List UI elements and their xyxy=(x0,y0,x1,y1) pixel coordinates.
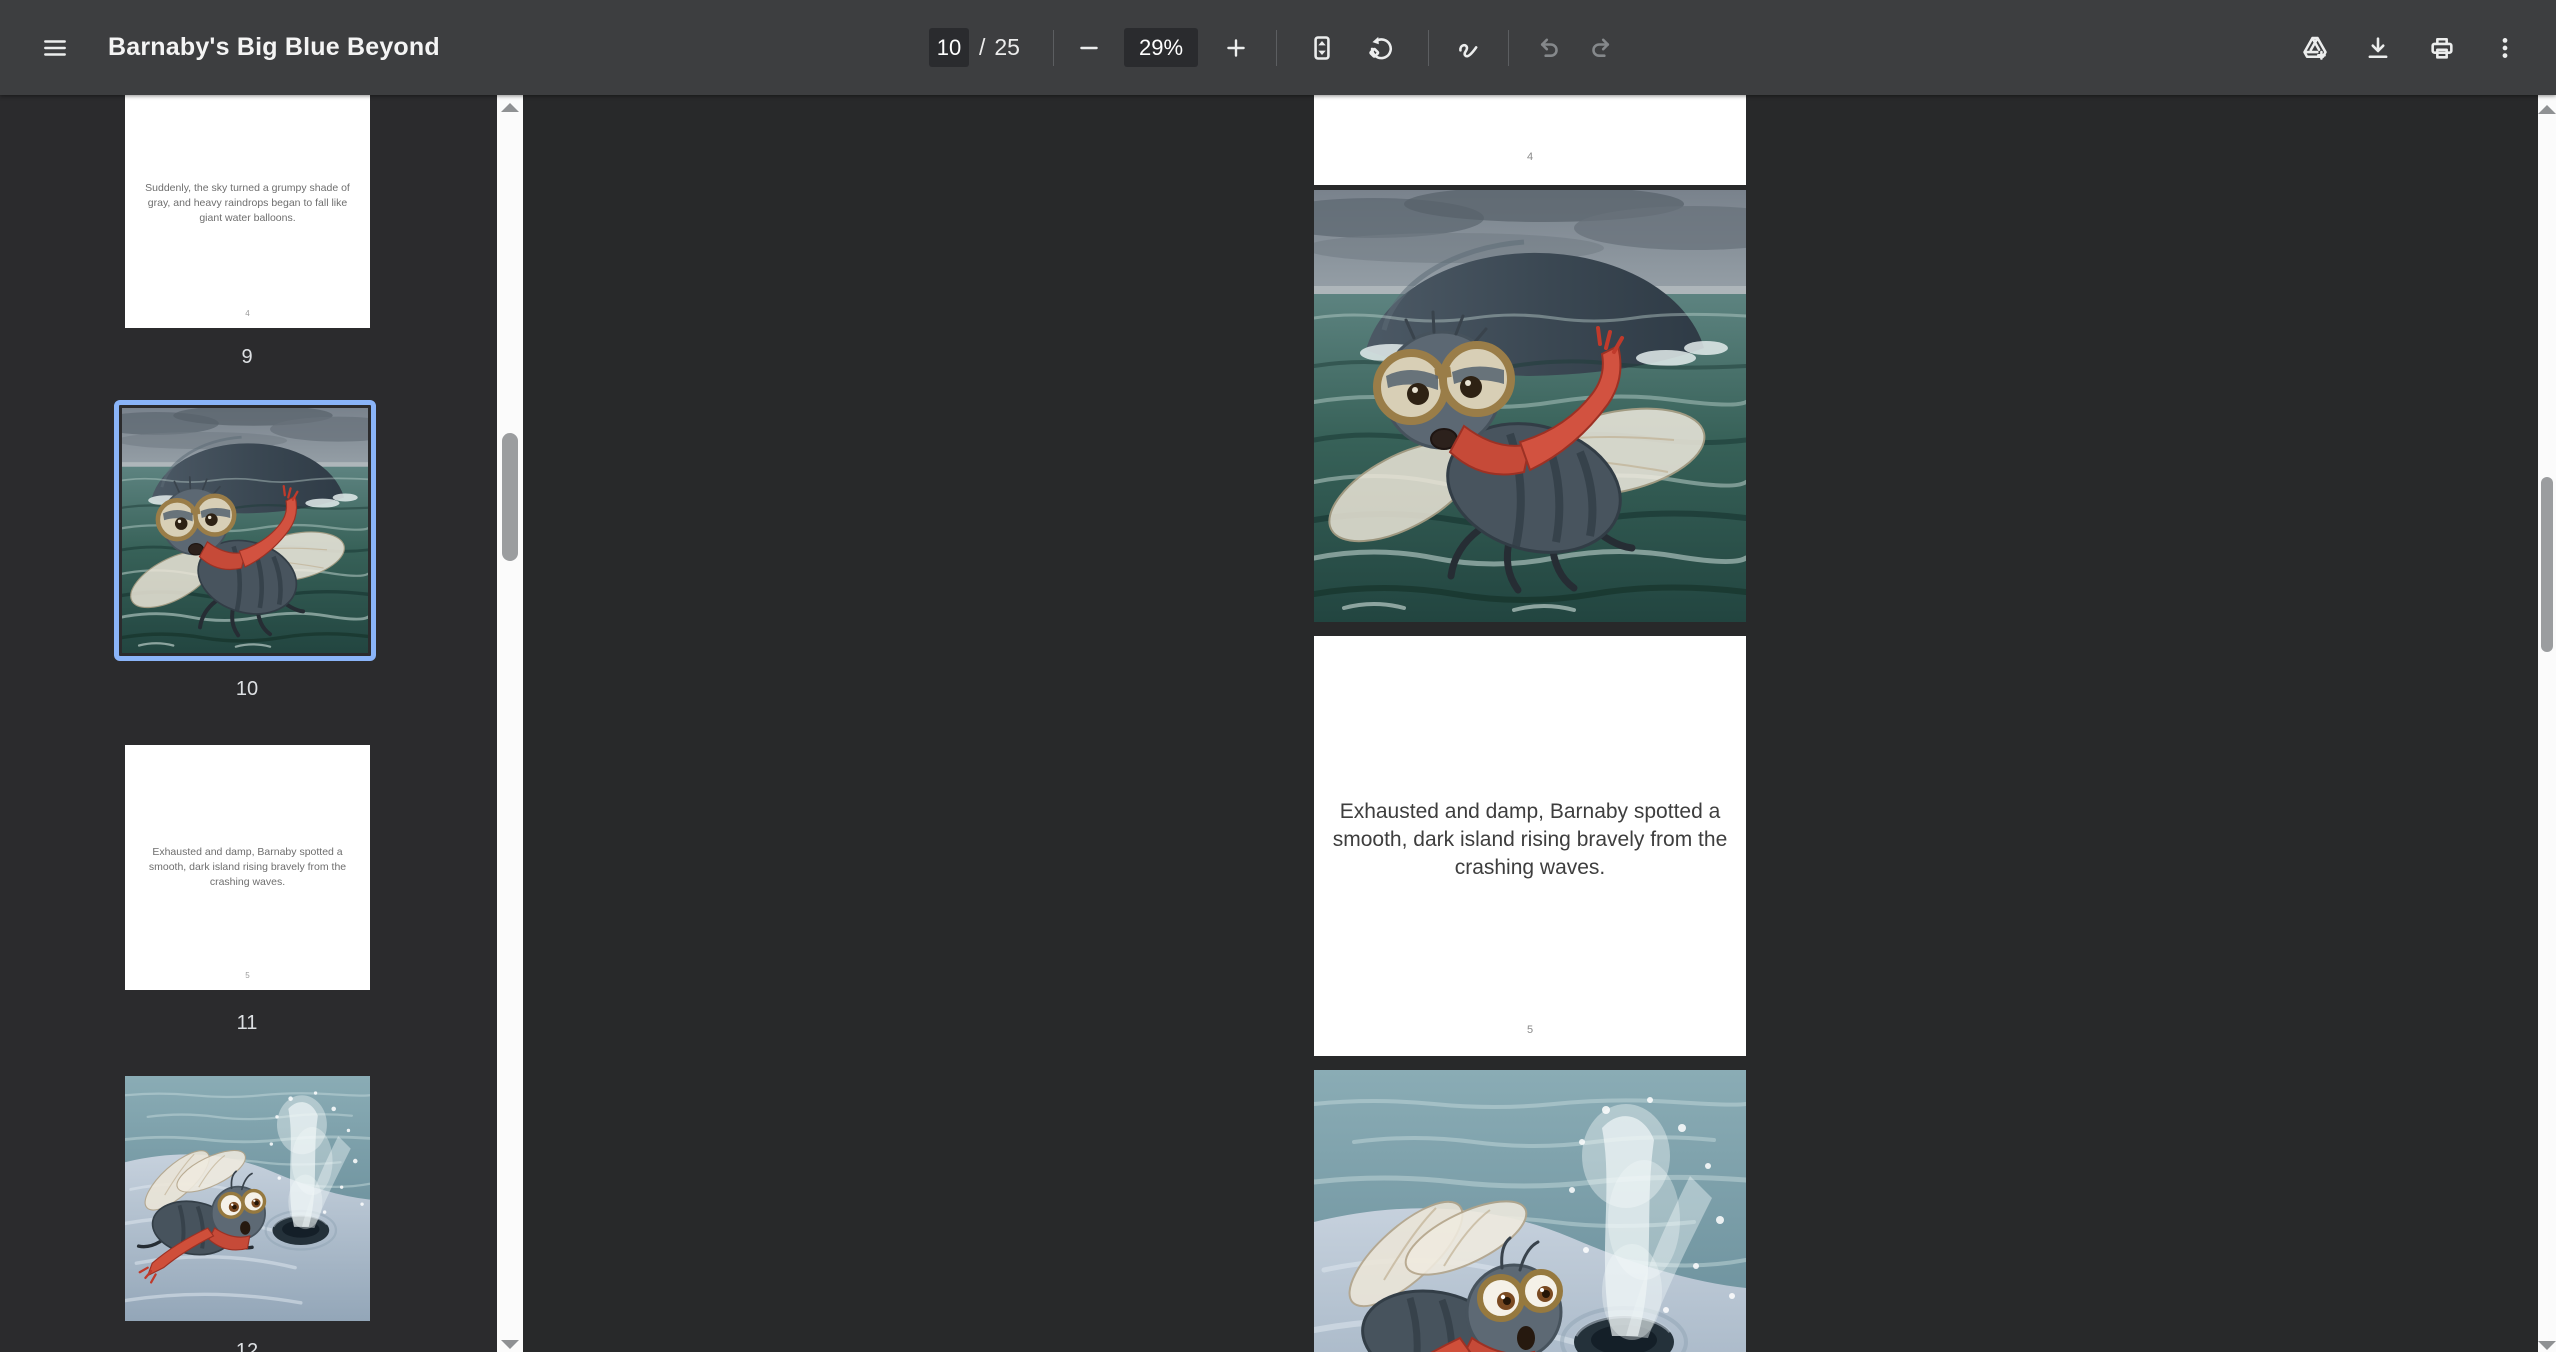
main-scrollbar-thumb[interactable] xyxy=(2541,477,2553,652)
page-11-text: Exhausted and damp, Barnaby spotted a sm… xyxy=(1314,636,1746,1056)
main-scroll-up-arrow[interactable] xyxy=(2538,105,2556,114)
page-10-image xyxy=(1314,190,1746,622)
print-button[interactable] xyxy=(2420,26,2464,70)
toolbar-separator xyxy=(1428,30,1429,66)
story-text: Exhausted and damp, Barnaby spotted a sm… xyxy=(1314,798,1746,882)
thumbnail-label-12: 12 xyxy=(0,1340,494,1352)
thumbnail-page-footer: 5 xyxy=(125,971,370,980)
thumbnail-text: Suddenly, the sky turned a grumpy shade … xyxy=(125,181,370,226)
add-to-drive-button[interactable] xyxy=(2293,26,2337,70)
illustration-blowhole-spout xyxy=(1314,1070,1746,1352)
plus-icon xyxy=(1223,35,1249,61)
hamburger-icon xyxy=(42,35,68,61)
page-number-input[interactable] xyxy=(929,28,969,67)
zoom-in-button[interactable] xyxy=(1214,26,1258,70)
thumbnail-label-11: 11 xyxy=(0,1012,494,1035)
sidebar-scrollbar-thumb[interactable] xyxy=(502,433,518,561)
thumbnail-page-9[interactable]: Suddenly, the sky turned a grumpy shade … xyxy=(125,95,370,328)
download-icon xyxy=(2364,34,2392,62)
thumbnail-label-10: 10 xyxy=(0,678,494,701)
thumbnail-image-whale-hump xyxy=(122,408,368,653)
redo-button[interactable] xyxy=(1580,26,1624,70)
document-viewer: 4 Exhausted and damp, Barnaby spotted a … xyxy=(497,95,2538,1352)
page-footer-number: 5 xyxy=(1314,1024,1746,1036)
print-icon xyxy=(2428,34,2456,62)
illustration-whale-hump xyxy=(1314,190,1746,622)
fit-to-page-button[interactable] xyxy=(1300,26,1344,70)
download-button[interactable] xyxy=(2356,26,2400,70)
page-divider: / xyxy=(979,34,985,61)
toolbar-separator xyxy=(1508,30,1509,66)
zoom-out-button[interactable] xyxy=(1067,26,1111,70)
sidebar-scroll-up-arrow[interactable] xyxy=(501,103,519,112)
kebab-menu-icon xyxy=(2492,35,2518,61)
annotate-pen-icon xyxy=(1454,34,1482,62)
main-scroll-down-arrow[interactable] xyxy=(2538,1341,2556,1350)
toolbar-separator xyxy=(1053,30,1054,66)
rotate-button[interactable] xyxy=(1358,26,1402,70)
minus-icon xyxy=(1076,35,1102,61)
thumbnail-text: Exhausted and damp, Barnaby spotted a sm… xyxy=(125,845,370,890)
redo-icon xyxy=(1588,34,1616,62)
thumbnail-page-12[interactable] xyxy=(125,1076,370,1321)
sidebar-scroll-down-arrow[interactable] xyxy=(501,1340,519,1349)
page-total: 25 xyxy=(994,34,1020,61)
rotate-counterclockwise-icon xyxy=(1366,34,1394,62)
more-options-button[interactable] xyxy=(2483,26,2527,70)
thumbnail-page-footer: 4 xyxy=(125,309,370,318)
page-count: / 25 xyxy=(979,0,1020,95)
page-9-bottom-partial: 4 xyxy=(1314,95,1746,185)
document-title: Barnaby's Big Blue Beyond xyxy=(108,0,440,95)
thumbnail-label-9: 9 xyxy=(0,346,494,369)
toolbar-separator xyxy=(1276,30,1277,66)
annotate-button[interactable] xyxy=(1446,26,1490,70)
undo-button[interactable] xyxy=(1526,26,1570,70)
page-12-image-partial xyxy=(1314,1070,1746,1352)
main-scrollbar[interactable] xyxy=(2538,95,2556,1352)
menu-button[interactable] xyxy=(33,26,77,70)
thumbnail-image-blowhole xyxy=(125,1076,370,1321)
thumbnail-page-10-selected[interactable] xyxy=(114,400,376,661)
zoom-level-input[interactable] xyxy=(1124,28,1198,67)
fit-to-page-icon xyxy=(1308,34,1336,62)
page-footer-number: 4 xyxy=(1314,151,1746,163)
sidebar-scrollbar[interactable] xyxy=(497,95,523,1352)
undo-icon xyxy=(1534,34,1562,62)
pdf-toolbar: Barnaby's Big Blue Beyond / 25 xyxy=(0,0,2556,95)
thumbnail-panel: Suddenly, the sky turned a grumpy shade … xyxy=(0,95,497,1352)
add-to-drive-icon xyxy=(2301,34,2329,62)
thumbnail-page-11[interactable]: Exhausted and damp, Barnaby spotted a sm… xyxy=(125,745,370,990)
